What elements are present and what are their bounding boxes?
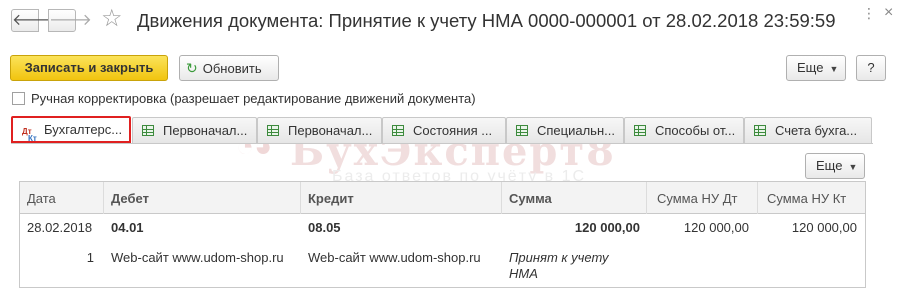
refresh-icon: ↻	[186, 60, 198, 76]
save-and-close-button[interactable]: Записать и закрыть	[10, 55, 168, 81]
tab-states[interactable]: Состояния ...	[382, 117, 506, 143]
cell-content-line1: Принят к учету	[509, 250, 609, 265]
tab-label: Специальн...	[537, 123, 615, 138]
manual-edit-label: Ручная корректировка (разрешает редактир…	[31, 91, 476, 106]
refresh-label: Обновить	[202, 61, 262, 76]
tab-label: Способы от...	[655, 123, 736, 138]
column-header-amount-nu-dt[interactable]: Сумма НУ Дт	[647, 182, 758, 214]
cell-debit-subconto: Web-сайт www.udom-shop.ru	[111, 250, 284, 265]
table-icon	[392, 125, 404, 136]
register-tabs: Дт Кт Бухгалтерс... Первоначал... Первонач…	[11, 116, 873, 143]
window-title: Движения документа: Принятие к учету НМА…	[137, 10, 836, 31]
tab-label: Первоначал...	[288, 123, 373, 138]
cell-date: 28.02.2018	[27, 220, 93, 235]
back-button[interactable]: 🡐	[11, 9, 55, 32]
tab-label: Состояния ...	[413, 123, 493, 138]
table-icon	[142, 125, 154, 136]
more-button[interactable]: Еще ▼	[786, 55, 846, 81]
window-menu-icon[interactable]: ⋮	[862, 5, 876, 22]
tab-accounting[interactable]: Дт Кт Бухгалтерс...	[11, 116, 131, 143]
table-more-button[interactable]: Еще ▼	[805, 153, 865, 179]
more-label: Еще	[816, 158, 843, 173]
tab-label: Счета бухга...	[775, 123, 858, 138]
cell-amount: 120 000,00	[574, 220, 640, 235]
cell-debit-account: 04.01	[111, 220, 144, 235]
column-header-date[interactable]: Дата	[20, 182, 104, 214]
dt-kt-icon: Дт Кт	[22, 127, 37, 143]
table-header: Дата Дебет Кредит Сумма Сумма НУ Дт Сумм…	[20, 182, 865, 214]
manual-edit-checkbox[interactable]	[12, 92, 25, 105]
tab-initial-1[interactable]: Первоначал...	[132, 117, 257, 143]
table-icon	[516, 125, 528, 136]
cell-amount-nu-dt: 120 000,00	[683, 220, 749, 235]
tab-accounts[interactable]: Счета бухга...	[744, 117, 872, 143]
arrow-right-icon: 🡒	[49, 12, 92, 29]
help-button[interactable]: ?	[856, 55, 886, 81]
movements-table[interactable]: Дата Дебет Кредит Сумма Сумма НУ Дт Сумм…	[19, 181, 866, 288]
tab-label: Бухгалтерс...	[44, 122, 123, 137]
manual-edit-row[interactable]: Ручная корректировка (разрешает редактир…	[12, 91, 476, 106]
chevron-down-icon: ▼	[848, 162, 858, 172]
cell-line-number: 1	[86, 250, 94, 265]
table-icon	[754, 125, 766, 136]
close-icon[interactable]: ×	[884, 4, 893, 22]
cell-content-line2: НМА	[509, 266, 538, 281]
tab-special[interactable]: Специальн...	[506, 117, 624, 143]
column-header-amount-nu-kt[interactable]: Сумма НУ Кт	[758, 182, 865, 214]
star-icon[interactable]: ☆	[101, 5, 123, 33]
column-header-amount[interactable]: Сумма	[502, 182, 647, 214]
cell-credit-subconto: Web-сайт www.udom-shop.ru	[308, 250, 481, 265]
tab-label: Первоначал...	[163, 123, 248, 138]
chevron-down-icon: ▼	[829, 64, 839, 74]
column-header-credit[interactable]: Кредит	[301, 182, 502, 214]
cell-credit-account: 08.05	[308, 220, 341, 235]
table-icon	[267, 125, 279, 136]
tab-initial-2[interactable]: Первоначал...	[257, 117, 382, 143]
table-icon	[634, 125, 646, 136]
forward-button[interactable]: 🡒	[48, 9, 92, 32]
column-header-debit[interactable]: Дебет	[104, 182, 301, 214]
cell-amount-nu-kt: 120 000,00	[791, 220, 857, 235]
refresh-button[interactable]: ↻ Обновить	[179, 55, 279, 81]
more-label: Еще	[797, 60, 824, 75]
tab-methods[interactable]: Способы от...	[624, 117, 744, 143]
